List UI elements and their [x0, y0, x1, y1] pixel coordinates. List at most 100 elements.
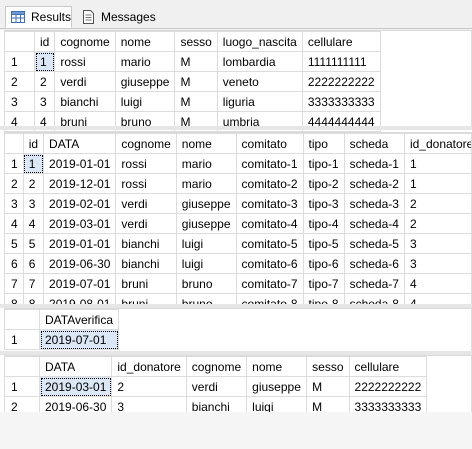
- table-cell[interactable]: 6: [22, 253, 45, 274]
- table-cell[interactable]: comitato-2: [235, 173, 304, 194]
- column-header[interactable]: id: [33, 31, 56, 52]
- table-cell[interactable]: comitato-3: [235, 193, 304, 214]
- table-cell[interactable]: verdi: [54, 71, 116, 92]
- table-cell[interactable]: tipo-7: [302, 273, 345, 294]
- column-header[interactable]: DATAverifica: [38, 309, 120, 330]
- tab-results[interactable]: Results: [5, 6, 72, 28]
- table-row[interactable]: 1 1 2019-01-01 rossi mario comitato-1 tipo-1 sc…: [4, 153, 472, 174]
- table-cell[interactable]: 1: [403, 153, 472, 174]
- table-cell[interactable]: 2: [111, 376, 187, 397]
- result-grid-4[interactable]: DATA id_donatore cognome nome sesso cellulare…: [4, 355, 472, 417]
- table-cell[interactable]: liguria: [216, 91, 303, 112]
- grid-splitter[interactable]: [0, 126, 472, 130]
- table-cell[interactable]: tipo-6: [302, 253, 345, 274]
- table-cell[interactable]: M: [306, 376, 350, 397]
- table-cell[interactable]: bruni: [115, 273, 177, 294]
- table-row[interactable]: 3 3 bianchi luigi Mliguria 3333333333: [4, 91, 381, 112]
- table-cell[interactable]: lombardia: [216, 51, 303, 72]
- row-number-cell[interactable]: 6: [4, 253, 24, 274]
- table-cell[interactable]: 4: [403, 273, 472, 294]
- table-cell[interactable]: 2222222222: [348, 376, 428, 397]
- column-header[interactable]: cognome: [115, 133, 177, 154]
- table-cell[interactable]: 5: [22, 233, 45, 254]
- table-cell[interactable]: 3: [33, 91, 56, 112]
- table-row[interactable]: 6 6 2019-06-30 bianchi luigi comitato-6 tipo-6…: [4, 253, 472, 274]
- table-cell[interactable]: 2: [33, 71, 56, 92]
- table-cell[interactable]: 7: [22, 273, 45, 294]
- table-cell[interactable]: mario: [114, 51, 176, 72]
- row-number-header[interactable]: [4, 356, 40, 377]
- table-cell[interactable]: mario: [175, 173, 237, 194]
- table-row[interactable]: 4 4 2019-03-01 verdi giuseppe comitato-4 tipo-…: [4, 213, 472, 234]
- table-cell[interactable]: 2019-12-01: [43, 173, 117, 194]
- table-cell[interactable]: scheda-1: [343, 153, 405, 174]
- table-cell[interactable]: veneto: [216, 71, 303, 92]
- table-cell[interactable]: rossi: [115, 153, 177, 174]
- column-header[interactable]: cellulare: [348, 356, 428, 377]
- table-row[interactable]: 1 2019-07-01: [4, 329, 120, 350]
- table-cell[interactable]: giuseppe: [114, 71, 176, 92]
- column-header[interactable]: luogo_nascita: [216, 31, 303, 52]
- table-cell[interactable]: 1111111111: [301, 51, 381, 72]
- table-cell[interactable]: tipo-2: [302, 173, 345, 194]
- table-cell[interactable]: M: [174, 91, 218, 112]
- column-header[interactable]: nome: [246, 356, 308, 377]
- table-cell[interactable]: 3: [22, 193, 45, 214]
- table-cell[interactable]: rossi: [115, 173, 177, 194]
- table-cell[interactable]: mario: [175, 153, 237, 174]
- row-number-cell[interactable]: 7: [4, 273, 24, 294]
- table-row[interactable]: 7 7 2019-07-01 bruni bruno comitato-7 tipo-7 sc…: [4, 273, 472, 294]
- row-number-header[interactable]: [4, 31, 35, 52]
- table-row[interactable]: 5 5 2019-01-01 bianchi luigi comitato-5 tipo-5…: [4, 233, 472, 254]
- row-number-cell[interactable]: 3: [4, 193, 24, 214]
- column-header[interactable]: nome: [175, 133, 237, 154]
- column-header[interactable]: id_donatore: [111, 356, 187, 377]
- table-cell[interactable]: M: [174, 51, 218, 72]
- table-cell[interactable]: 4: [22, 213, 45, 234]
- table-cell[interactable]: 1: [403, 173, 472, 194]
- column-header[interactable]: nome: [114, 31, 176, 52]
- table-cell[interactable]: M: [174, 71, 218, 92]
- table-cell[interactable]: comitato-7: [235, 273, 304, 294]
- row-number-cell[interactable]: 1: [4, 51, 35, 72]
- table-row[interactable]: 2 2 2019-12-01 rossi mario comitato-2 tipo-2 sc…: [4, 173, 472, 194]
- row-number-header[interactable]: [4, 133, 24, 154]
- table-cell[interactable]: scheda-2: [343, 173, 405, 194]
- table-cell[interactable]: giuseppe: [175, 193, 237, 214]
- table-row[interactable]: 1 1 rossi mario Mlombardia 1111111111: [4, 51, 381, 72]
- row-number-cell[interactable]: 3: [4, 91, 35, 112]
- column-header[interactable]: scheda: [343, 133, 405, 154]
- column-header[interactable]: id: [22, 133, 45, 154]
- table-cell[interactable]: 2019-03-01: [38, 376, 113, 397]
- row-number-cell[interactable]: 1: [4, 376, 40, 397]
- row-number-cell[interactable]: 5: [4, 233, 24, 254]
- table-cell[interactable]: bianchi: [115, 253, 177, 274]
- table-row[interactable]: 2 2 verdi giuseppe Mveneto 2222222222: [4, 71, 381, 92]
- table-cell[interactable]: 1: [33, 51, 56, 72]
- table-cell[interactable]: giuseppe: [246, 376, 308, 397]
- table-cell[interactable]: scheda-3: [343, 193, 405, 214]
- table-cell[interactable]: verdi: [115, 213, 177, 234]
- table-cell[interactable]: scheda-7: [343, 273, 405, 294]
- column-header[interactable]: cellulare: [301, 31, 381, 52]
- column-header[interactable]: sesso: [306, 356, 350, 377]
- table-cell[interactable]: bruno: [175, 273, 237, 294]
- table-cell[interactable]: 2: [403, 193, 472, 214]
- table-cell[interactable]: scheda-4: [343, 213, 405, 234]
- table-cell[interactable]: 2019-07-01: [43, 273, 117, 294]
- table-cell[interactable]: scheda-6: [343, 253, 405, 274]
- table-cell[interactable]: verdi: [185, 376, 248, 397]
- table-cell[interactable]: comitato-5: [235, 233, 304, 254]
- table-cell[interactable]: tipo-4: [302, 213, 345, 234]
- table-cell[interactable]: 2019-01-01: [43, 153, 117, 174]
- table-cell[interactable]: rossi: [54, 51, 116, 72]
- row-number-header[interactable]: [4, 309, 40, 330]
- table-cell[interactable]: luigi: [114, 91, 176, 112]
- table-cell[interactable]: 2019-07-01: [38, 329, 120, 350]
- column-header[interactable]: comitato: [235, 133, 304, 154]
- result-grid-3[interactable]: DATAverifica 1 2019-07-01: [4, 308, 472, 352]
- column-header[interactable]: DATA: [38, 356, 113, 377]
- column-header[interactable]: tipo: [302, 133, 345, 154]
- row-number-cell[interactable]: 2: [4, 71, 35, 92]
- table-cell[interactable]: 2019-03-01: [43, 213, 117, 234]
